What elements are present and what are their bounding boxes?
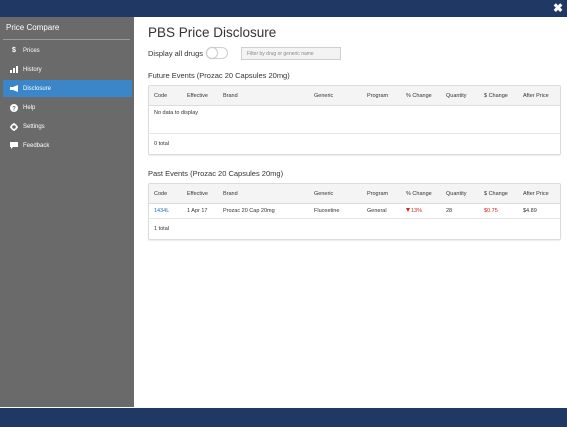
drug-filter-input[interactable] [241,47,341,60]
column-header-pct-change[interactable]: % Change [401,191,441,197]
sidebar-item-label: Disclosure [23,85,52,92]
column-header-quantity[interactable]: Quantity [441,191,479,197]
sidebar-item-prices[interactable]: $ Prices [3,42,132,59]
table-header-row: Code Effective Brand Generic Program % C… [149,184,560,204]
display-all-label: Display all drugs [148,49,204,58]
table-footer: 1 total [149,219,560,239]
sidebar-item-label: Help [23,104,36,111]
program-cell: General [367,208,387,214]
generic-cell: Fluoxetine [314,208,340,214]
dollar-change-cell: $0.75 [484,208,498,214]
column-header-code[interactable]: Code [149,93,182,99]
title-bar: ✖ [0,0,567,17]
total-count: 0 total [154,141,169,147]
column-header-brand[interactable]: Brand [218,93,309,99]
sidebar-item-label: History [23,66,42,73]
column-header-dollar-change[interactable]: $ Change [479,191,518,197]
sidebar-item-disclosure[interactable]: Disclosure [3,80,132,97]
bar-chart-icon [9,66,19,73]
sidebar-item-label: Prices [23,47,40,54]
column-header-generic[interactable]: Generic [309,191,362,197]
pct-change-value: 13% [411,208,423,214]
column-header-code[interactable]: Code [149,191,182,197]
past-events-title: Past Events (Prozac 20 Capsules 20mg) [148,169,284,178]
sidebar-divider [3,39,130,40]
table-row: 1434L 1 Apr 17 Prozac 20 Cap 20mg Fluoxe… [149,204,560,219]
table-header-row: Code Effective Brand Generic Program % C… [149,86,560,106]
toggle-knob [207,48,217,58]
column-header-program[interactable]: Program [362,93,401,99]
empty-message-row: No data to display [149,106,560,134]
effective-cell: 1 Apr 17 [187,208,208,214]
display-all-toggle[interactable] [206,47,228,59]
sidebar-item-label: Feedback [23,142,50,149]
column-header-dollar-change[interactable]: $ Change [479,93,518,99]
sidebar-item-history[interactable]: History [3,61,132,78]
arrow-down-icon [406,208,410,212]
column-header-after-price[interactable]: After Price [518,93,560,99]
code-cell: 1434L [149,208,182,214]
future-events-table: Code Effective Brand Generic Program % C… [148,85,561,155]
column-header-effective[interactable]: Effective [182,191,218,197]
column-header-generic[interactable]: Generic [309,93,362,99]
megaphone-icon [9,85,19,92]
close-icon[interactable]: ✖ [553,1,563,16]
bottom-bar [0,408,567,427]
past-events-table: Code Effective Brand Generic Program % C… [148,183,561,240]
comment-icon [9,142,19,149]
brand-cell: Prozac 20 Cap 20mg [223,208,275,214]
sidebar-item-help[interactable]: ? Help [3,99,132,116]
page-title: PBS Price Disclosure [148,25,277,40]
filter-bar: Display all drugs [148,45,561,61]
total-count: 1 total [154,226,169,232]
sidebar-item-feedback[interactable]: Feedback [3,137,132,154]
code-link[interactable]: 1434L [154,208,169,214]
pct-change-cell: 13% [401,208,441,214]
question-circle-icon: ? [9,103,19,112]
column-header-quantity[interactable]: Quantity [441,93,479,99]
sidebar: Price Compare $ Prices History Disclosur… [0,17,134,407]
sidebar-item-label: Settings [23,123,45,130]
future-events-title: Future Events (Prozac 20 Capsules 20mg) [148,71,290,80]
column-header-brand[interactable]: Brand [218,191,309,197]
main-content: PBS Price Disclosure Display all drugs F… [148,25,561,240]
column-header-effective[interactable]: Effective [182,93,218,99]
svg-text:?: ? [12,106,16,112]
gear-icon [9,122,19,131]
empty-message: No data to display [154,110,199,116]
dollar-icon: $ [12,47,16,54]
quantity-cell: 28 [446,208,453,214]
column-header-after-price[interactable]: After Price [518,191,560,197]
column-header-program[interactable]: Program [362,191,401,197]
after-price-cell: $4.89 [523,208,537,214]
sidebar-item-settings[interactable]: Settings [3,118,132,135]
table-footer: 0 total [149,134,560,154]
app-title: Price Compare [6,23,60,32]
column-header-pct-change[interactable]: % Change [401,93,441,99]
